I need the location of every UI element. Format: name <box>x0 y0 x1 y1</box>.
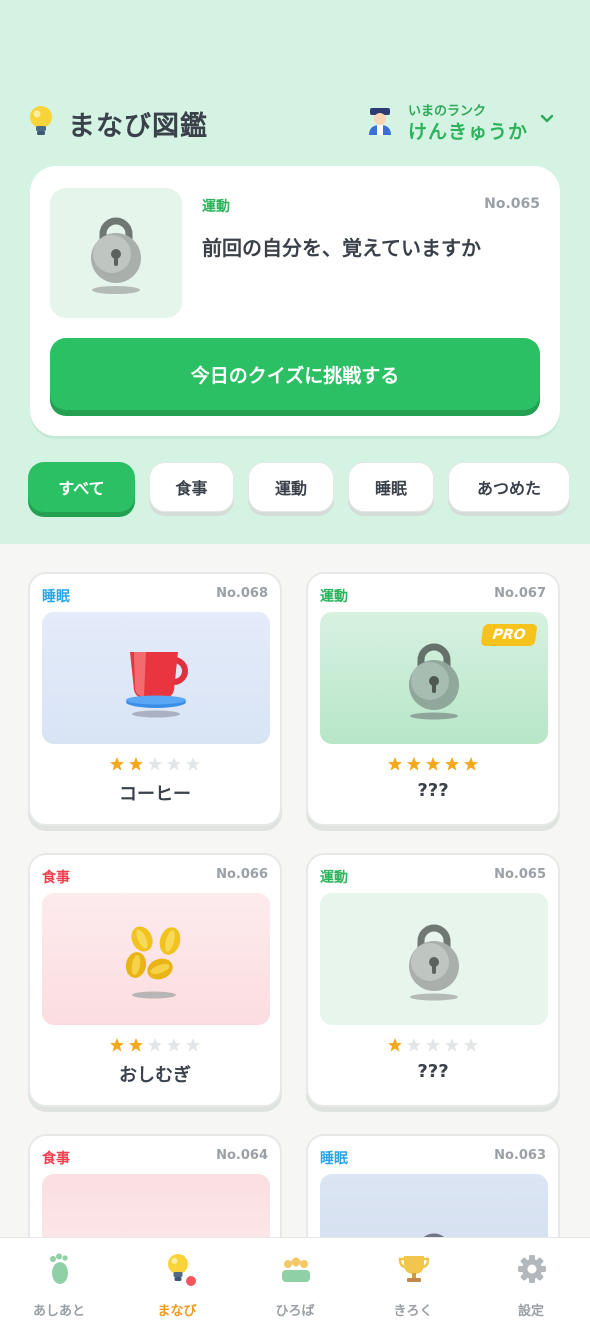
featured-title: 前回の自分を、覚えていますか <box>202 236 481 260</box>
star-filled-icon <box>464 757 478 771</box>
page-title: まなび図鑑 <box>68 111 208 142</box>
star-filled-icon <box>129 757 143 771</box>
nav-item-ashiato[interactable]: あしあと <box>0 1246 118 1326</box>
card-category: 運動 <box>320 870 348 886</box>
footprint-icon <box>50 1253 68 1284</box>
gear-icon <box>518 1255 546 1283</box>
card-category: 睡眠 <box>42 589 70 605</box>
rank-value: けんきゅうか <box>408 121 529 143</box>
featured-category: 運動 <box>202 199 230 215</box>
featured-number: No.065 <box>484 196 540 212</box>
card-no067[interactable]: 運動 No.067 PRO ??? <box>306 572 560 826</box>
nav-label: きろく <box>393 1304 433 1319</box>
card-category: 食事 <box>42 1151 70 1167</box>
barley-grains-icon <box>125 926 181 999</box>
card-category: 睡眠 <box>320 1151 348 1167</box>
coffee-cup-icon <box>126 652 188 718</box>
star-empty-icon <box>186 1038 200 1052</box>
star-empty-icon <box>426 1038 440 1052</box>
people-icon <box>282 1257 310 1282</box>
nav-item-settings[interactable]: 設定 <box>472 1246 590 1326</box>
scientist-avatar-icon <box>369 108 391 135</box>
trophy-icon <box>398 1256 430 1282</box>
start-quiz-button[interactable]: 今日のクイズに挑戦する <box>50 338 540 410</box>
card-thumbnail <box>42 893 270 1025</box>
star-filled-icon <box>388 1038 402 1052</box>
filter-tabs: すべて 食事 運動 睡眠 あつめた <box>28 460 574 518</box>
food-icon <box>120 1202 192 1238</box>
nav-item-kiroku[interactable]: きろく <box>354 1246 472 1326</box>
header: まなび図鑑 いまのランク けんきゅうか <box>26 100 566 146</box>
card-number: No.068 <box>216 586 268 601</box>
lock-icon <box>409 643 459 720</box>
card-number: No.063 <box>494 1148 546 1163</box>
star-empty-icon <box>407 1038 421 1052</box>
card-no065[interactable]: 運動 No.065 ??? <box>306 853 560 1107</box>
star-filled-icon <box>388 757 402 771</box>
rating-stars <box>30 756 280 772</box>
chevron-down-icon[interactable] <box>540 112 554 126</box>
star-filled-icon <box>407 757 421 771</box>
nav-item-hiroba[interactable]: ひろば <box>236 1246 354 1326</box>
star-filled-icon <box>110 1038 124 1052</box>
card-name: ??? <box>417 780 449 801</box>
card-no066[interactable]: 食事 No.066 おしむぎ <box>28 853 282 1107</box>
rating-stars <box>308 1037 558 1053</box>
card-name: ??? <box>417 1061 449 1082</box>
star-empty-icon <box>445 1038 459 1052</box>
card-number: No.065 <box>494 867 546 882</box>
bottom-nav: あしあと まなび ひろば きろく 設定 <box>0 1237 590 1339</box>
star-filled-icon <box>129 1038 143 1052</box>
nav-label: 設定 <box>517 1304 544 1319</box>
card-name: おしむぎ <box>119 1065 191 1086</box>
lock-icon <box>409 924 459 1001</box>
star-filled-icon <box>110 757 124 771</box>
card-category: 運動 <box>320 589 348 605</box>
nav-item-manabi[interactable]: まなび <box>118 1246 236 1326</box>
card-no063[interactable]: 睡眠 No.063 <box>306 1134 560 1238</box>
card-number: No.066 <box>216 867 268 882</box>
star-empty-icon <box>148 1038 162 1052</box>
tab-sleep[interactable]: 睡眠 <box>348 462 434 512</box>
card-grid: 睡眠 No.068 コーヒー 運動 No.067 PRO ??? 食事 No.0… <box>28 572 564 1238</box>
star-empty-icon <box>148 757 162 771</box>
card-no068[interactable]: 睡眠 No.068 コーヒー <box>28 572 282 826</box>
star-filled-icon <box>445 757 459 771</box>
star-filled-icon <box>426 757 440 771</box>
rating-stars <box>308 756 558 772</box>
card-thumbnail <box>42 612 270 744</box>
tab-food[interactable]: 食事 <box>149 462 234 512</box>
pro-badge: PRO <box>480 624 538 646</box>
star-empty-icon <box>464 1038 478 1052</box>
tab-exercise[interactable]: 運動 <box>248 462 334 512</box>
card-thumbnail <box>42 1174 270 1238</box>
card-number: No.067 <box>494 586 546 601</box>
lock-icon <box>91 217 141 294</box>
star-empty-icon <box>186 757 200 771</box>
nav-label: ひろば <box>275 1304 315 1319</box>
rating-stars <box>30 1037 280 1053</box>
card-name: コーヒー <box>119 784 191 805</box>
lightbulb-icon <box>30 106 52 135</box>
featured-thumbnail <box>50 188 182 318</box>
card-thumbnail <box>320 1174 548 1238</box>
card-number: No.064 <box>216 1148 268 1163</box>
tab-collected[interactable]: あつめた <box>448 462 570 512</box>
card-no064[interactable]: 食事 No.064 <box>28 1134 282 1238</box>
featured-quiz-card[interactable]: 運動 No.065 前回の自分を、覚えていますか 今日のクイズに挑戦する <box>30 166 560 436</box>
star-empty-icon <box>167 757 181 771</box>
rank-selector[interactable]: いまのランク けんきゅうか <box>366 100 566 146</box>
tab-all[interactable]: すべて <box>28 462 135 512</box>
card-thumbnail: PRO <box>320 612 548 744</box>
card-category: 食事 <box>42 870 70 886</box>
star-empty-icon <box>167 1038 181 1052</box>
nav-label: あしあと <box>32 1304 85 1319</box>
nav-label: まなび <box>157 1304 197 1319</box>
card-thumbnail <box>320 893 548 1025</box>
lock-icon <box>422 1233 446 1238</box>
notification-dot <box>184 1274 198 1288</box>
